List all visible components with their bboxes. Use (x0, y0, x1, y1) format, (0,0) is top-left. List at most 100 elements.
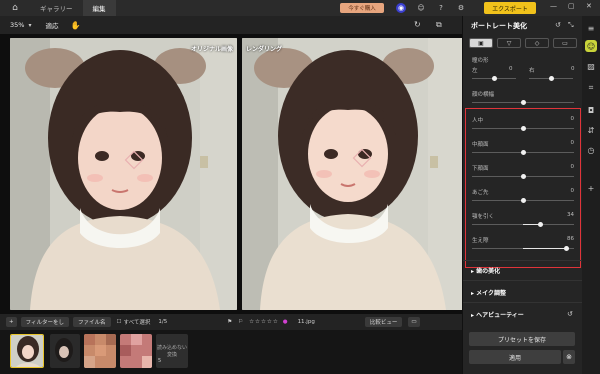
apply-button[interactable]: 適用 (469, 350, 561, 364)
filename-button[interactable]: ファイル名 (73, 317, 111, 327)
slider-label: 生え際 (472, 238, 489, 244)
eye-right-knob[interactable] (549, 76, 554, 81)
rotate-icon[interactable]: ↻ (414, 20, 421, 29)
slider-knob[interactable] (537, 222, 543, 227)
rendered-image-label: レンダリング (246, 46, 283, 53)
slider-value: 34 (567, 212, 574, 218)
save-preset-label: プリセットを保存 (497, 336, 546, 344)
filter-label: フィルターをし (25, 320, 64, 326)
select-all-checkbox[interactable]: ☐ (117, 319, 122, 325)
camera-icon[interactable]: ◘ (585, 104, 597, 116)
apply-label: 適用 (508, 354, 521, 362)
slider-knob[interactable] (520, 198, 526, 203)
zoom-level[interactable]: 35% (10, 21, 24, 29)
history-icon[interactable]: ◷ (585, 144, 597, 156)
minimize-icon[interactable]: — (550, 2, 557, 10)
color-label-icon[interactable]: ● (283, 319, 288, 325)
layers-icon[interactable]: ⧉ (436, 20, 442, 30)
collapse-icon[interactable]: ⤡ (568, 21, 574, 30)
buy-now-label: 今すぐ購入 (348, 6, 376, 12)
preset-2-icon[interactable]: ▽ (497, 38, 521, 48)
face-width-slider[interactable] (472, 100, 574, 105)
section-teeth[interactable]: ▸ 歯の美化 (471, 266, 500, 275)
chevron-down-icon[interactable]: ▾ (28, 22, 31, 29)
face-width-label: 顔の横幅 (472, 92, 495, 98)
adjust-icon[interactable]: ≡ (585, 22, 597, 34)
account-icon[interactable]: ☺ (416, 3, 426, 13)
slider-track[interactable] (472, 246, 574, 251)
preset-1-icon[interactable]: ▣ (469, 38, 493, 48)
hand-icon[interactable]: ✋ (70, 21, 80, 30)
eye-right-slider[interactable] (529, 76, 573, 81)
section-makeup-label: メイク調整 (476, 290, 506, 297)
slider-knob[interactable] (520, 150, 526, 155)
image-canvas: オリジナル画像 レンダリング (0, 34, 463, 314)
reset-icon[interactable]: ↺ (555, 21, 561, 29)
section-makeup[interactable]: ▸ メイク調整 (471, 288, 506, 297)
preset-3-icon[interactable]: ◇ (525, 38, 549, 48)
slider-track[interactable] (472, 150, 574, 155)
section-teeth-label: 歯の美化 (476, 268, 501, 275)
close-icon[interactable]: ✕ (586, 2, 592, 10)
preset-4-icon[interactable]: ▭ (553, 38, 577, 48)
slider-label: 下顔面 (472, 166, 489, 172)
export-button[interactable]: エクスポート (484, 2, 536, 14)
rating-stars[interactable]: ☆☆☆☆☆ (249, 319, 279, 325)
slider-label: 人中 (472, 118, 484, 124)
slider-knob[interactable] (520, 174, 526, 179)
discord-icon[interactable]: ◉ (396, 3, 406, 13)
add-icon[interactable]: + (6, 317, 17, 327)
apply-options-icon[interactable]: ⊗ (563, 350, 575, 364)
section-hair[interactable]: ▸ ヘアビューティー (471, 310, 524, 319)
sliders-icon[interactable]: ⇵ (585, 124, 597, 136)
add-icon[interactable]: + (585, 182, 597, 194)
panel-toggle-icon[interactable]: ▭ (408, 317, 420, 327)
buy-now-button[interactable]: 今すぐ購入 (340, 3, 384, 13)
eye-right-value: 0 (571, 66, 575, 72)
compare-view-button[interactable]: 比較ビュー (364, 317, 403, 327)
thumbnail-selected[interactable] (10, 334, 44, 368)
fit-label[interactable]: 適応 (45, 20, 58, 30)
slider-knob[interactable] (520, 126, 526, 131)
slider-track[interactable] (472, 126, 574, 131)
save-preset-button[interactable]: プリセットを保存 (469, 332, 575, 346)
help-icon[interactable]: ? (436, 3, 446, 13)
preset-row: ▣ ▽ ◇ ▭ (469, 38, 577, 48)
home-icon[interactable]: ⌂ (0, 0, 30, 16)
image-icon[interactable]: ▨ (585, 60, 597, 72)
eye-left-knob[interactable] (492, 76, 497, 81)
eye-left-slider[interactable] (472, 76, 516, 81)
thumbnail-2[interactable] (50, 334, 80, 368)
flag-outline-icon[interactable]: ⚐ (238, 319, 243, 325)
thumbnail-3[interactable] (84, 334, 116, 368)
slider-track[interactable] (472, 222, 574, 227)
filter-button[interactable]: フィルターをし (20, 317, 69, 327)
filename-label: ファイル名 (78, 320, 106, 326)
slider-label: 顎を引く (472, 214, 495, 220)
face-width-knob[interactable] (521, 100, 526, 105)
panel-title: ポートレート美化 (471, 22, 527, 30)
unreadable-note: 読み込めない変換 (156, 345, 187, 358)
eye-left-label: 左 (472, 68, 478, 74)
portrait-original-illustration (10, 38, 237, 310)
slider-value: 0 (570, 188, 575, 194)
tab-edit[interactable]: 編集 (82, 0, 116, 16)
portrait-icon[interactable]: ☺ (585, 40, 597, 52)
maximize-icon[interactable]: ▢ (568, 2, 575, 10)
slider-fill (523, 248, 567, 249)
reset-hair-icon[interactable]: ↺ (567, 310, 573, 318)
editor-toolbar: 35% ▾ 適応 ✋ (0, 16, 462, 34)
thumbnail-portrait-1 (11, 335, 43, 367)
slider-track[interactable] (472, 174, 574, 179)
settings-icon[interactable]: ⚙ (456, 3, 466, 13)
tab-gallery[interactable]: ギャラリー (30, 0, 83, 16)
thumbnail-4[interactable] (120, 334, 152, 368)
portrait-rendered-illustration (242, 38, 463, 310)
flag-icon[interactable]: ⚑ (227, 319, 232, 325)
slider-label: あご先 (472, 190, 489, 196)
slider-track[interactable] (472, 198, 574, 203)
slider-value: 86 (567, 236, 574, 242)
compare-view-label: 比較ビュー (369, 320, 398, 326)
crop-icon[interactable]: ⌗ (585, 82, 597, 94)
filmstrip-toolbar: + フィルターをし ファイル名 ☐ すべて選択 1/5 ⚑ ⚐ ☆☆☆☆☆ ● … (0, 314, 462, 330)
